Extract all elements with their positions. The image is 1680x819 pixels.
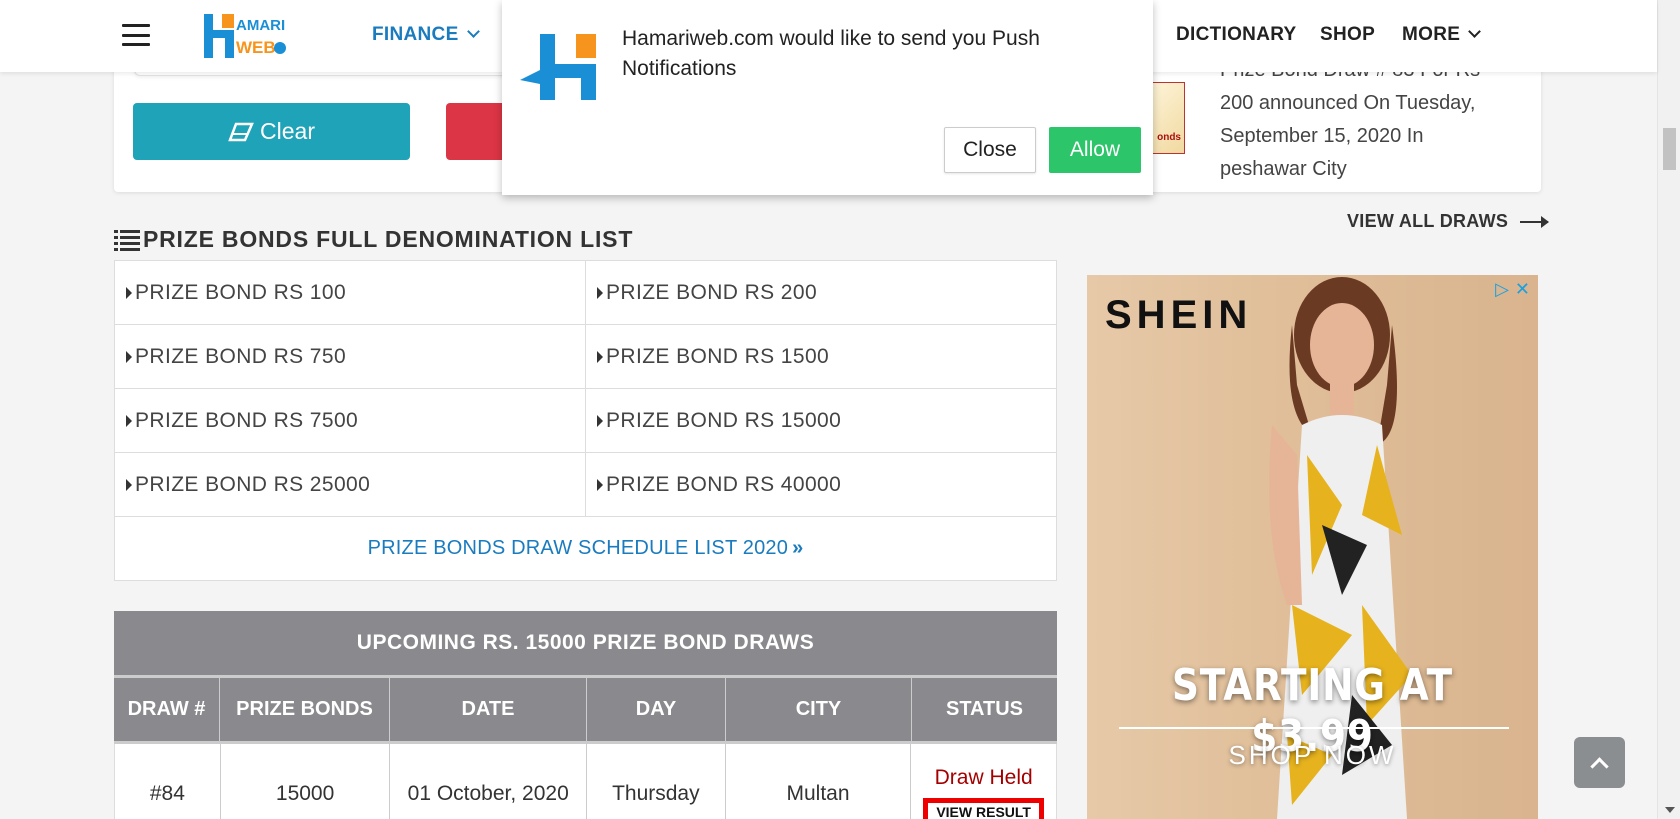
caret-right-icon — [126, 414, 132, 427]
thumbnail-text: onds — [1157, 132, 1181, 143]
chevron-down-icon — [1468, 25, 1482, 38]
ad-choices[interactable]: ▷ ✕ — [1495, 279, 1530, 300]
caret-right-icon — [126, 286, 132, 299]
nav-more[interactable]: MORE — [1402, 24, 1482, 46]
chevron-up-icon — [1590, 756, 1609, 776]
section-title: PRIZE BONDS FULL DENOMINATION LIST — [114, 226, 633, 253]
denomination-link[interactable]: PRIZE BOND RS 750 — [115, 325, 586, 388]
draw-schedule-link[interactable]: PRIZE BONDS DRAW SCHEDULE LIST 2020 » — [115, 517, 1056, 580]
list-row: PRIZE BOND RS 750 PRIZE BOND RS 1500 — [115, 325, 1056, 389]
menu-icon[interactable] — [122, 24, 150, 46]
denomination-label: PRIZE BOND RS 15000 — [606, 408, 842, 432]
denomination-label: PRIZE BOND RS 200 — [606, 280, 818, 304]
back-to-top-button[interactable] — [1574, 737, 1625, 788]
caret-right-icon — [597, 414, 603, 427]
scrollbar-thumb[interactable] — [1663, 128, 1676, 170]
svg-text:AMARI: AMARI — [236, 17, 285, 34]
section-title-text: PRIZE BONDS FULL DENOMINATION LIST — [143, 226, 634, 252]
caret-right-icon — [126, 350, 132, 363]
day-cell: Thursday — [587, 744, 726, 819]
column-header: PRIZE BONDS — [220, 678, 390, 741]
view-result-button[interactable]: VIEW RESULT — [923, 798, 1044, 819]
nav-dictionary[interactable]: DICTIONARY — [1176, 24, 1297, 46]
denomination-label: PRIZE BOND RS 25000 — [135, 472, 371, 496]
close-icon[interactable]: ✕ — [1515, 279, 1530, 300]
caret-right-icon — [597, 478, 603, 491]
date-cell: 01 October, 2020 — [390, 744, 587, 819]
scroll-down-arrow-icon[interactable] — [1665, 807, 1675, 813]
denomination-label: PRIZE BOND RS 750 — [135, 344, 347, 368]
allow-button[interactable]: Allow — [1049, 127, 1141, 173]
ad-choices-icon[interactable]: ▷ — [1495, 279, 1509, 300]
table-header-row: DRAW # PRIZE BONDS DATE DAY CITY STATUS — [114, 678, 1057, 744]
city-cell: Multan — [726, 744, 912, 819]
denomination-link[interactable]: PRIZE BOND RS 200 — [586, 261, 1056, 324]
denomination-link[interactable]: PRIZE BOND RS 100 — [115, 261, 586, 324]
column-header: STATUS — [945, 698, 1024, 720]
denomination-link[interactable]: PRIZE BOND RS 40000 — [586, 453, 1056, 516]
nav-finance[interactable]: FINANCE — [372, 24, 480, 46]
status-cell: Draw Held VIEW RESULT — [911, 744, 1056, 819]
denomination-link[interactable]: PRIZE BOND RS 25000 — [115, 453, 586, 516]
ad-divider — [1119, 727, 1509, 729]
nav-more-label: MORE — [1402, 24, 1461, 45]
eraser-icon — [228, 122, 254, 141]
caret-right-icon — [597, 350, 603, 363]
advertisement-banner[interactable]: SHEIN ▷ ✕ STARTING AT $3.99 SHOP NOW — [1087, 275, 1538, 819]
nav-finance-label: FINANCE — [372, 24, 459, 45]
latest-draw-text[interactable]: Prize Bond Draw # 83 For Rs 200 announce… — [1220, 54, 1510, 186]
status-text: Draw Held — [934, 766, 1033, 789]
table-title: UPCOMING RS. 15000 PRIZE BOND DRAWS — [114, 611, 1057, 678]
page-scrollbar[interactable] — [1657, 0, 1680, 819]
push-notification-dialog: Hamariweb.com would like to send you Pus… — [502, 0, 1153, 195]
denomination-link[interactable]: PRIZE BOND RS 7500 — [115, 389, 586, 452]
caret-right-icon — [597, 286, 603, 299]
close-button[interactable]: Close — [944, 127, 1036, 173]
denomination-link[interactable]: PRIZE BOND RS 15000 — [586, 389, 1056, 452]
column-header: DATE — [390, 678, 587, 741]
list-row: PRIZE BOND RS 25000 PRIZE BOND RS 40000 — [115, 453, 1056, 517]
clear-button-label: Clear — [260, 118, 315, 144]
view-all-draws-link[interactable]: VIEW ALL DRAWS — [1347, 211, 1550, 232]
column-header: CITY — [726, 678, 912, 741]
hamariweb-h-logo — [520, 34, 596, 100]
column-header: DAY — [587, 678, 726, 741]
clear-button[interactable]: Clear — [133, 103, 410, 160]
svg-text:WEB: WEB — [236, 38, 276, 57]
chevron-down-icon — [466, 25, 480, 38]
list-icon — [114, 229, 140, 251]
schedule-link-label: PRIZE BONDS DRAW SCHEDULE LIST 2020 — [367, 537, 789, 559]
view-all-label: VIEW ALL DRAWS — [1347, 211, 1509, 231]
notification-message: Hamariweb.com would like to send you Pus… — [622, 27, 1040, 80]
prize-bonds-cell: 15000 — [221, 744, 391, 819]
list-row: PRIZE BOND RS 100 PRIZE BOND RS 200 — [115, 261, 1056, 325]
table-row: #84 15000 01 October, 2020 Thursday Mult… — [114, 744, 1057, 819]
denomination-list: PRIZE BOND RS 100 PRIZE BOND RS 200 PRIZ… — [114, 260, 1057, 581]
ad-brand: SHEIN — [1105, 293, 1253, 337]
denomination-label: PRIZE BOND RS 100 — [135, 280, 347, 304]
upcoming-draws-table: UPCOMING RS. 15000 PRIZE BOND DRAWS DRAW… — [114, 611, 1057, 819]
ad-shop-now-button[interactable]: SHOP NOW — [1087, 740, 1538, 771]
denomination-link[interactable]: PRIZE BOND RS 1500 — [586, 325, 1056, 388]
list-row: PRIZE BOND RS 7500 PRIZE BOND RS 15000 — [115, 389, 1056, 453]
double-chevron-right-icon: » — [792, 537, 804, 559]
arrow-right-icon — [1520, 215, 1550, 228]
column-header: DRAW # — [114, 678, 220, 741]
draw-number-cell: #84 — [115, 744, 221, 819]
denomination-label: PRIZE BOND RS 40000 — [606, 472, 842, 496]
hamariweb-logo[interactable]: AMARI WEB — [192, 8, 288, 64]
denomination-label: PRIZE BOND RS 7500 — [135, 408, 359, 432]
denomination-label: PRIZE BOND RS 1500 — [606, 344, 830, 368]
nav-shop[interactable]: SHOP — [1320, 24, 1375, 46]
caret-right-icon — [126, 478, 132, 491]
